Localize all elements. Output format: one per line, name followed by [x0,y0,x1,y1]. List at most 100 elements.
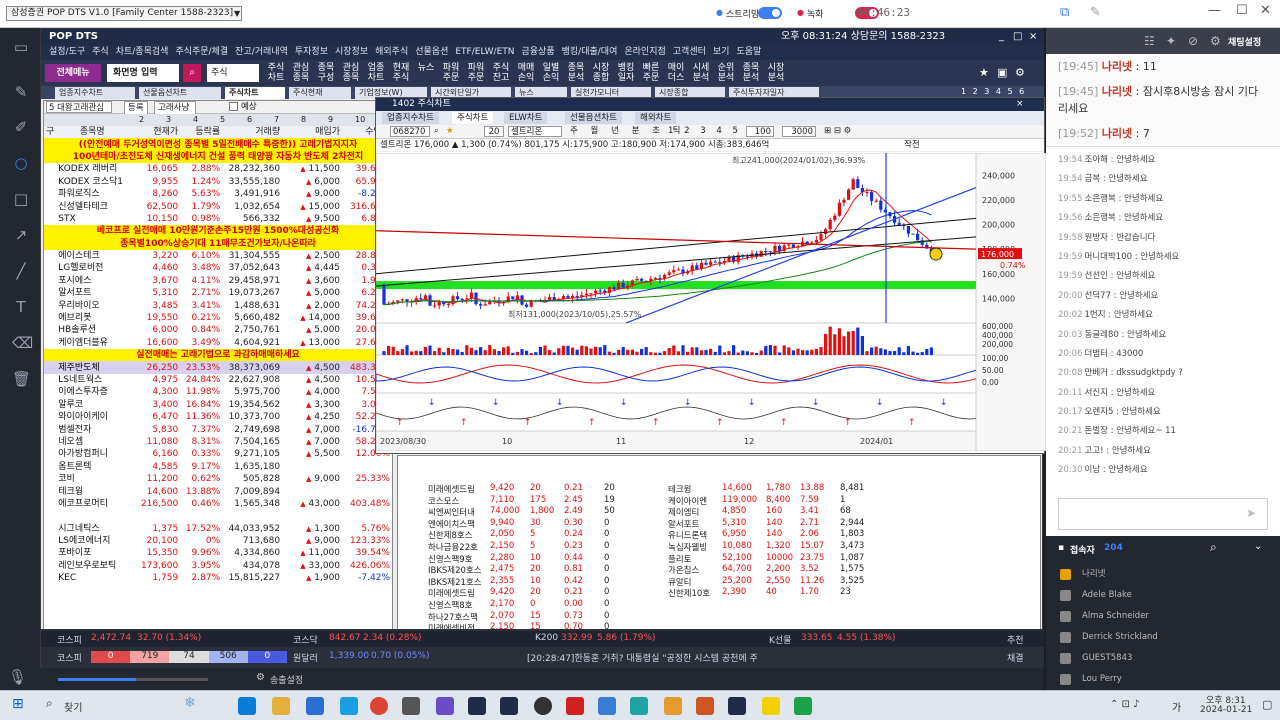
toolbar-button[interactable]: 빠른 주문 [640,63,662,83]
col-header[interactable]: 종목명 [56,126,128,138]
tab-pager[interactable]: 1 2 3 4 5 6 [961,87,1026,96]
screen-name-input[interactable]: 화면명 입력 [107,64,179,82]
table-row[interactable]: 알서포트5,3102.71%19,073,267▲ 5,0006.20% [44,287,392,299]
menu-item[interactable]: 뱅킹/대출/대여 [562,47,618,57]
viewer-item[interactable]: Derrick Strickland [1046,627,1280,648]
banner-row[interactable]: 실전매매는 고래기법으로 과감하매매하세요 [44,349,392,362]
toolbar-button[interactable]: 종목 분석 [565,63,587,83]
app-icon[interactable] [436,697,454,715]
lower-stock-name[interactable]: 하나27호스팩 [428,611,478,623]
taskbar-search[interactable]: 찾기 [64,699,82,714]
toolbar-button[interactable]: 주식 잔고 [490,63,512,83]
hts-maximize-icon[interactable]: □ [1013,29,1022,45]
table-row[interactable]: LS에코에너지 20,100 0% 713,680 ▲ 9,000 123.33% [44,535,392,547]
group-select[interactable]: 5 대왕고래관심 [46,101,112,113]
highlighter-icon[interactable]: ✐ [12,118,30,136]
all-menu-button[interactable]: 전체메뉴 [45,64,101,82]
monitor-icon[interactable]: ▭ [12,38,30,56]
menu-item[interactable]: 설정/도구 [49,47,85,57]
line-icon[interactable]: ╱ [12,262,30,280]
lower-stock-name[interactable]: 알서포트 [668,518,699,530]
table-row[interactable]: 알루코3,40016.84%19,354,562▲ 3,3003.03% [44,399,392,411]
rectangle-icon[interactable]: □ [12,190,30,208]
table-row[interactable]: 이에스투자증4,30011.98%5,975,700▲ 4,0007.50% [44,386,392,398]
period-input[interactable]: 20 [484,126,504,137]
windows-start-icon[interactable]: ⊞ [12,696,24,712]
star-icon[interactable]: ★ [979,66,989,79]
stock-name-field[interactable]: 셀트리온 [508,126,562,137]
lower-stock-name[interactable]: 큐알티 [668,576,691,588]
kakaotalk-icon[interactable] [762,697,780,715]
menu-item[interactable]: 시장정보 [335,47,368,57]
table-row[interactable]: 에코프로머티 216,500 0.46% 1,565,348 ▲ 43,000 403.4… [44,498,392,510]
lower-stock-name[interactable]: IBKS제20호스 [428,564,482,576]
menu-item[interactable]: 선물옵션 [415,47,448,57]
lower-stock-name[interactable]: 플리토 [668,553,691,565]
zoom-input[interactable]: 100 [746,126,774,137]
column-number[interactable]: 5 [220,114,225,126]
lower-stock-name[interactable]: 신한제8호스 [428,529,473,541]
tab-sector-chart[interactable]: 업종지수차트 [55,87,135,99]
toolbar-button[interactable]: 종목 구성 [315,63,337,83]
lower-stock-name[interactable]: 미래에셋드림 [428,587,475,599]
file-explorer-icon[interactable] [272,697,290,715]
circle-icon[interactable]: ○ [12,154,30,172]
column-number[interactable]: 3 [166,114,171,126]
menu-item[interactable]: 투자정보 [295,47,328,57]
table-row[interactable]: 레인보우로보틱 173,600 3.95% 434,078 ▲ 33,000 426.06… [44,560,392,572]
app-icon[interactable] [566,697,584,715]
menu-item[interactable]: 해외주식 [375,47,408,57]
col-header[interactable]: 등락률 [180,126,222,138]
toolbar-button[interactable]: 시장 종합 [590,63,612,83]
toolbar-button[interactable]: 업종 차트 [365,63,387,83]
toolbar-button[interactable]: 뱅킹 일자 [615,63,637,83]
table-row[interactable]: 에이스테크 3,220 6.10% 31,304,555 ▲ 2,500 28.80% [44,250,392,262]
close-icon[interactable]: ✕ [1260,3,1271,18]
lower-stock-name[interactable]: 가온칩스 [668,564,699,576]
banner-row[interactable]: 100년테마/초전도체 신재생에너지 건설 풍력 태양광 자동차 반도체 2차전… [44,150,392,164]
table-row[interactable]: 아가방컴퍼니 6,160 0.33% 9,271,105 ▲ 5,500 12.00% [44,448,392,460]
chat-settings-button[interactable]: 채팅설정 [1228,35,1261,48]
table-row[interactable]: KODEX 코스닥1 9,955 1.24% 33,555,180 ▲ 6,000 65.… [44,176,392,188]
users-icon[interactable]: ☷ [1144,34,1155,48]
column-number[interactable]: 9 [328,114,333,126]
chart-tab[interactable]: 해외차트 [635,112,677,124]
hts-minimize-icon[interactable]: _ [999,29,1004,45]
toolbar-button[interactable]: 일별 손익 [540,63,562,83]
app-icon[interactable] [534,697,552,715]
menu-item[interactable]: 주식 [92,47,109,57]
viewer-item[interactable]: 나리넷 [1046,564,1280,585]
tray-icons[interactable]: ⌃ ⊡ ♪ [1110,699,1140,710]
toolbar-button[interactable]: 시장 분석 [765,63,787,83]
table-row[interactable]: 옴트론텍 4,585 9.17% 1,635,180 [44,461,392,473]
toolbar-button[interactable]: 파워 주문 [465,63,487,83]
table-row[interactable]: KODEX 레버리 16,065 2.88% 28,232,360 ▲ 11,500 39… [44,163,392,175]
send-icon[interactable]: ➤ [1246,506,1256,520]
col-header[interactable]: 현재가 [128,126,180,138]
app-icon[interactable] [598,697,616,715]
column-number[interactable]: 4 [193,114,198,126]
viewer-item[interactable]: Alma Schneider [1046,606,1280,627]
banner-row[interactable]: ((안전예매 두거성역이면성 종목별 5일전배매수 특증한)) 고래기법지지자 [44,138,392,151]
mute-icon[interactable]: ⊘ [1188,34,1198,48]
app-icon[interactable] [794,697,812,715]
lower-stock-name[interactable]: 녹십자웰빙 [668,541,707,553]
taskbar-date[interactable]: 2024-01-21 [1200,705,1252,715]
table-row[interactable]: 범셀전자 5,830 7.37% 2,749,698 ▲ 7,000 -16.71% [44,423,392,435]
mail-icon[interactable] [306,697,324,715]
camera-icon[interactable] [402,697,420,715]
table-row[interactable]: 케이엠더블유 16,600 3.49% 4,604,921 ▲ 13,000 27.69% [44,337,392,349]
streaming-toggle[interactable] [758,7,782,19]
lower-stock-name[interactable]: 신영스팩9호 [428,553,473,565]
toolbar-button[interactable]: 시세 분석 [690,63,712,83]
lower-stock-name[interactable]: 엔에이치스팩 [428,518,475,530]
column-number[interactable]: 6 [247,114,252,126]
toolbar-button[interactable]: 매이 더스 [665,63,687,83]
chart-tab[interactable]: 주식차트 [452,112,494,124]
table-row[interactable]: KEC 1,759 2.87% 15,815,227 ▲ 1,900 -7.42% [44,572,392,584]
notice-icon[interactable]: ✦ [1166,34,1176,48]
window-selector[interactable]: 삼성증권 POP DTS V1.0 [Family Center 1588-23… [6,6,242,21]
app-icon[interactable] [664,697,682,715]
table-row[interactable]: 테크윙 14,600 13.88% 7,009,894 [44,485,392,497]
price-chart[interactable]: 240,000220,000200,000180,000160,000140,0… [376,153,1046,451]
